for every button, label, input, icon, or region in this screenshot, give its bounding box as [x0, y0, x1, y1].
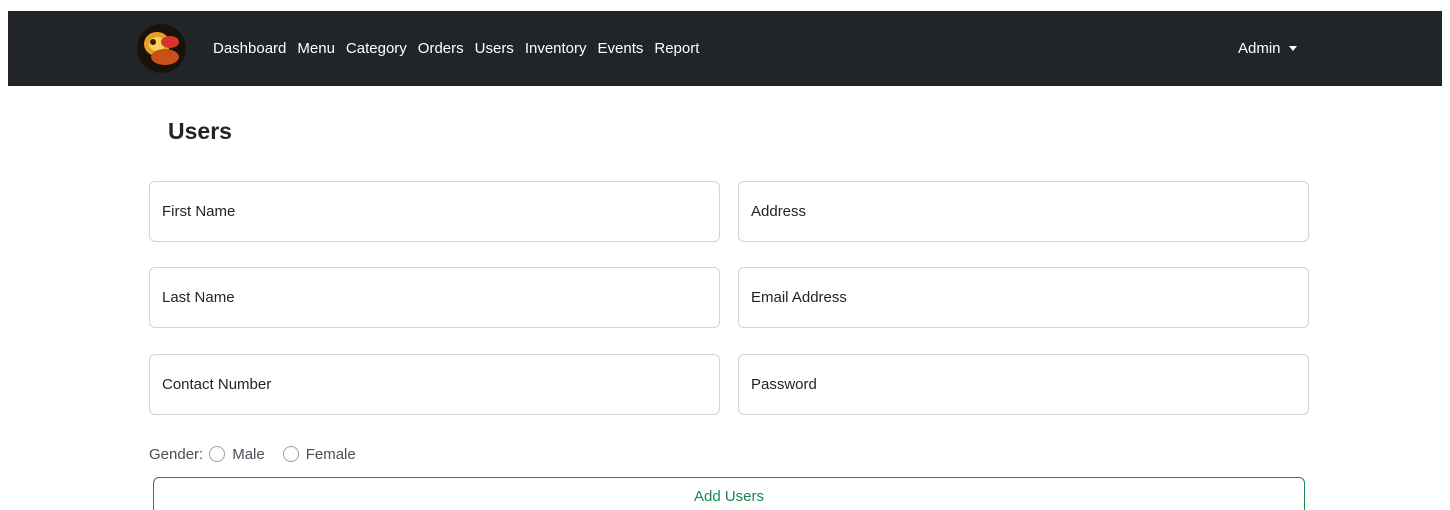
- caret-down-icon: [1288, 46, 1297, 51]
- nav-dashboard[interactable]: Dashboard: [213, 40, 286, 57]
- nav-users[interactable]: Users: [475, 40, 514, 57]
- gender-female-radio[interactable]: [282, 446, 299, 462]
- contact-number-input[interactable]: [149, 354, 720, 415]
- nav-inventory[interactable]: Inventory: [525, 40, 587, 57]
- nav-events[interactable]: Events: [598, 40, 644, 57]
- gender-male-label[interactable]: Male: [232, 446, 265, 463]
- password-input[interactable]: [738, 354, 1309, 415]
- nav-report[interactable]: Report: [654, 40, 699, 57]
- last-name-input[interactable]: [149, 267, 720, 328]
- email-input[interactable]: [738, 267, 1309, 328]
- nav-links: Dashboard Menu Category Orders Users Inv…: [213, 11, 710, 86]
- nav-orders[interactable]: Orders: [418, 40, 464, 57]
- add-users-button[interactable]: Add Users: [153, 477, 1305, 510]
- first-name-input[interactable]: [149, 181, 720, 242]
- gender-group: Gender: Male Female: [149, 443, 368, 465]
- page-title: Users: [168, 118, 232, 144]
- address-input[interactable]: [738, 181, 1309, 242]
- top-navbar: Dashboard Menu Category Orders Users Inv…: [8, 11, 1442, 86]
- account-dropdown[interactable]: Admin: [1238, 11, 1297, 86]
- gender-label: Gender:: [149, 445, 204, 463]
- gender-male-radio[interactable]: [209, 446, 226, 462]
- gender-female-label[interactable]: Female: [306, 446, 356, 463]
- account-label: Admin: [1238, 40, 1281, 57]
- site-logo[interactable]: [137, 24, 186, 73]
- nav-category[interactable]: Category: [346, 40, 407, 57]
- nav-menu[interactable]: Menu: [297, 40, 335, 57]
